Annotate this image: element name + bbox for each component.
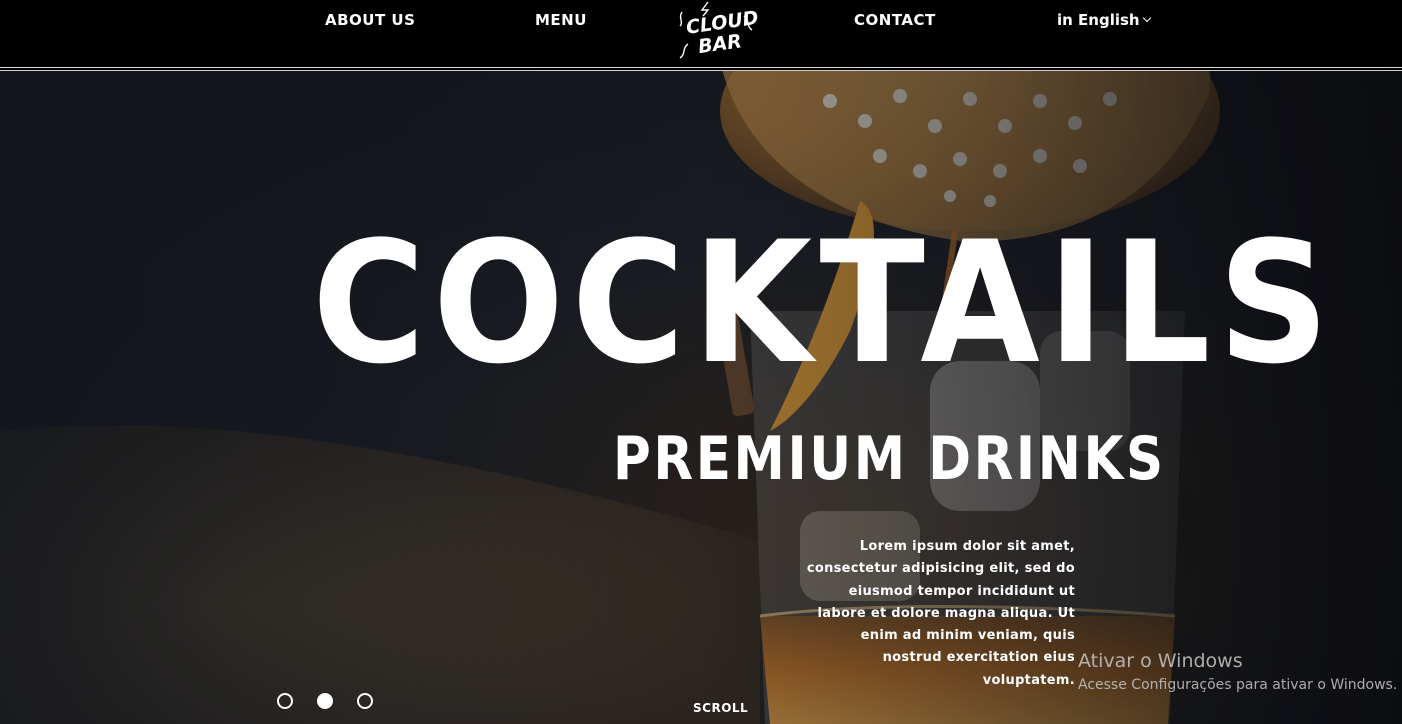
chevron-down-icon bbox=[1142, 13, 1151, 23]
cloud-bar-logo[interactable]: CLOUD BAR bbox=[668, 0, 762, 62]
language-selector[interactable]: in English bbox=[1057, 11, 1151, 29]
slider-dot-3[interactable] bbox=[357, 693, 373, 709]
windows-activation-title: Ativar o Windows bbox=[1078, 650, 1243, 672]
language-label: in English bbox=[1057, 11, 1140, 29]
slider-dots bbox=[277, 693, 373, 709]
hero-description: Lorem ipsum dolor sit amet, consectetur … bbox=[806, 539, 1075, 688]
windows-activation-watermark: Ativar o Windows Acesse Configurações pa… bbox=[1078, 649, 1397, 695]
hero-subtitle: PREMIUM DRINKS bbox=[613, 424, 1166, 494]
slider-dot-1[interactable] bbox=[277, 693, 293, 709]
hero-slider: COCKTAILS PREMIUM DRINKS Lorem ipsum dol… bbox=[0, 71, 1402, 724]
slider-dot-2[interactable] bbox=[317, 693, 333, 709]
windows-activation-subtitle: Acesse Configurações para ativar o Windo… bbox=[1078, 677, 1398, 693]
logo-line-2: BAR bbox=[697, 30, 743, 58]
site-header: ABOUT US MENU CLOUD BAR CONTACT in Engli… bbox=[0, 0, 1402, 67]
header-divider-secondary bbox=[0, 70, 1402, 71]
hero-title: COCKTAILS bbox=[312, 205, 1337, 401]
scroll-down-link[interactable]: SCROLL bbox=[693, 701, 748, 715]
nav-menu[interactable]: MENU bbox=[535, 11, 587, 29]
nav-about-us[interactable]: ABOUT US bbox=[325, 11, 415, 29]
nav-contact[interactable]: CONTACT bbox=[854, 11, 936, 29]
header-divider bbox=[0, 67, 1402, 68]
